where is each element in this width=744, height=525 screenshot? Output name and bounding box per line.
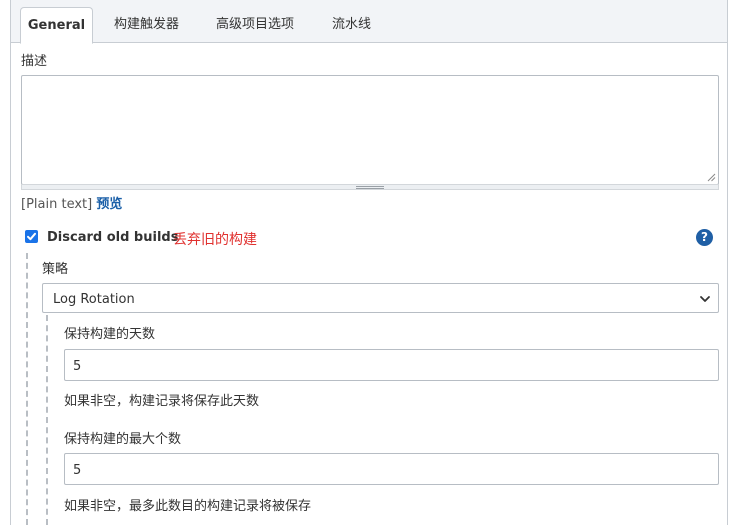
tab-build-triggers[interactable]: 构建触发器 (114, 7, 179, 43)
days-to-keep-value: 5 (73, 359, 82, 374)
max-builds-value: 5 (73, 463, 82, 478)
discard-old-builds-label[interactable]: Discard old builds (47, 230, 178, 245)
strategy-selected-value: Log Rotation (53, 292, 135, 307)
description-textarea[interactable] (21, 75, 719, 185)
max-builds-label: 保持构建的最大个数 (64, 432, 182, 447)
discard-annotation: 丢弃旧的构建 (173, 232, 257, 248)
description-label: 描述 (21, 54, 48, 69)
max-builds-input[interactable]: 5 (64, 453, 719, 485)
preview-link[interactable]: 预览 (96, 197, 122, 212)
max-builds-hint: 如果非空，最多此数目的构建记录将被保存 (64, 499, 312, 514)
strategy-select[interactable]: Log Rotation (42, 283, 719, 313)
strategy-label: 策略 (42, 262, 69, 277)
tab-bar: General 构建触发器 高级项目选项 流水线 (10, 0, 728, 44)
textarea-grip[interactable] (21, 184, 719, 190)
tab-advanced-options[interactable]: 高级项目选项 (216, 7, 294, 43)
chevron-down-icon (700, 296, 710, 302)
discard-old-builds-checkbox[interactable] (25, 230, 38, 243)
days-to-keep-input[interactable]: 5 (64, 349, 719, 381)
days-to-keep-hint: 如果非空，构建记录将保存此天数 (64, 394, 260, 409)
tab-general[interactable]: General (20, 7, 93, 44)
tab-pipeline[interactable]: 流水线 (332, 7, 371, 43)
general-panel: 描述 [Plain text] 预览 Discard old builds 丢弃… (10, 43, 728, 525)
markup-note: [Plain text] (21, 197, 93, 212)
grip-lines-icon (356, 186, 384, 189)
subsection-guide-line (46, 315, 48, 525)
markup-info: [Plain text] 预览 (21, 193, 122, 212)
days-to-keep-label: 保持构建的天数 (64, 327, 156, 342)
checkmark-icon (27, 232, 36, 241)
section-guide-line (26, 253, 28, 525)
help-icon[interactable]: ? (696, 229, 713, 246)
resize-handle-icon[interactable] (707, 173, 716, 182)
